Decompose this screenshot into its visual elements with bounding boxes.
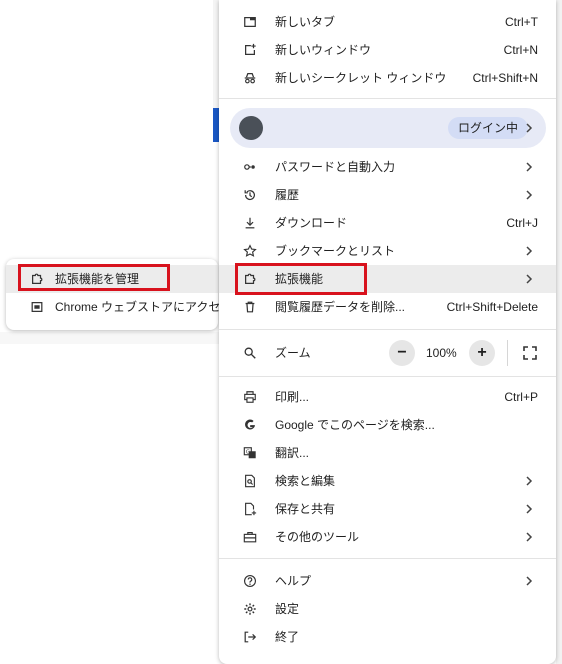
star-icon — [243, 244, 257, 258]
zoom-label: ズーム — [275, 346, 311, 360]
new-tab-icon — [243, 15, 257, 29]
more-tools-item[interactable]: その他のツール — [219, 523, 556, 551]
print-item[interactable]: 印刷... Ctrl+P — [219, 383, 556, 411]
toolbox-icon — [243, 530, 257, 544]
menu-separator — [219, 329, 556, 330]
chevron-right-icon — [524, 189, 534, 201]
zoom-icon — [243, 346, 257, 360]
webstore-icon — [30, 300, 44, 314]
key-icon — [243, 160, 257, 174]
page-edge — [556, 0, 562, 664]
menu-separator — [219, 376, 556, 377]
settings-item[interactable]: 設定 — [219, 595, 556, 623]
incognito-item[interactable]: 新しいシークレット ウィンドウ Ctrl+Shift+N — [219, 64, 556, 92]
passwords-item[interactable]: パスワードと自動入力 — [219, 153, 556, 181]
help-icon — [243, 574, 257, 588]
downloads-label: ダウンロード — [275, 216, 348, 230]
new-window-label: 新しいウィンドウ — [275, 43, 372, 57]
incognito-label: 新しいシークレット ウィンドウ — [275, 71, 447, 85]
print-icon — [243, 390, 257, 404]
zoom-in-button[interactable]: + — [469, 340, 495, 366]
chevron-right-icon — [524, 273, 534, 285]
exit-icon — [243, 630, 257, 644]
print-label: 印刷... — [275, 390, 310, 404]
login-status-chip: ログイン中 — [448, 117, 529, 139]
print-shortcut: Ctrl+P — [504, 390, 538, 404]
page-edge — [0, 332, 219, 344]
downloads-item[interactable]: ダウンロード Ctrl+J — [219, 209, 556, 237]
google-search-item[interactable]: Google でこのページを検索... — [219, 411, 556, 439]
menu-separator — [219, 98, 556, 99]
clear-data-item[interactable]: 閲覧履歴データを削除... Ctrl+Shift+Delete — [219, 293, 556, 321]
svg-text:G: G — [246, 449, 250, 455]
history-label: 履歴 — [275, 188, 300, 202]
chevron-right-icon — [524, 503, 534, 515]
help-label: ヘルプ — [275, 574, 312, 588]
passwords-label: パスワードと自動入力 — [275, 160, 396, 174]
zoom-divider — [507, 340, 508, 366]
new-tab-label: 新しいタブ — [275, 15, 336, 29]
google-icon — [243, 418, 257, 432]
download-icon — [243, 216, 257, 230]
menu-separator — [219, 558, 556, 559]
fullscreen-icon[interactable] — [521, 344, 539, 362]
gear-icon — [243, 602, 257, 616]
trash-icon — [243, 300, 257, 314]
chevron-right-icon — [524, 575, 534, 587]
help-item[interactable]: ヘルプ — [219, 567, 556, 595]
new-tab-shortcut: Ctrl+T — [505, 15, 538, 29]
find-icon — [243, 474, 257, 488]
chevron-right-icon — [524, 475, 534, 487]
zoom-level: 100% — [426, 346, 457, 360]
chrome-main-menu: 新しいタブ Ctrl+T 新しいウィンドウ Ctrl+N 新しいシークレット ウ… — [219, 0, 556, 664]
clear-data-label: 閲覧履歴データを削除... — [275, 300, 406, 314]
chevron-right-icon — [524, 122, 534, 134]
new-tab-item[interactable]: 新しいタブ Ctrl+T — [219, 8, 556, 36]
highlight-box-extensions — [235, 263, 367, 295]
downloads-shortcut: Ctrl+J — [506, 216, 538, 230]
exit-label: 終了 — [275, 630, 300, 644]
webstore-label: Chrome ウェブストアにアクセス — [55, 300, 233, 314]
more-tools-label: その他のツール — [275, 530, 360, 544]
new-window-item[interactable]: 新しいウィンドウ Ctrl+N — [219, 36, 556, 64]
clear-data-shortcut: Ctrl+Shift+Delete — [446, 300, 538, 314]
translate-label: 翻訳... — [275, 446, 310, 460]
save-share-label: 保存と共有 — [275, 502, 336, 516]
chevron-right-icon — [524, 245, 534, 257]
translate-item[interactable]: G 翻訳... — [219, 439, 556, 467]
bookmarks-label: ブックマークとリスト — [275, 244, 396, 258]
chevron-right-icon — [524, 531, 534, 543]
find-edit-label: 検索と編集 — [275, 474, 336, 488]
translate-icon: G — [243, 446, 257, 460]
settings-label: 設定 — [275, 602, 300, 616]
zoom-row: ズーム − 100% + — [219, 338, 556, 368]
exit-item[interactable]: 終了 — [219, 623, 556, 651]
highlight-box-submenu — [18, 264, 170, 291]
save-share-icon — [243, 502, 257, 516]
zoom-out-button[interactable]: − — [389, 340, 415, 366]
save-share-item[interactable]: 保存と共有 — [219, 495, 556, 523]
avatar — [239, 116, 263, 140]
incognito-shortcut: Ctrl+Shift+N — [472, 71, 538, 85]
chevron-right-icon — [524, 161, 534, 173]
bookmarks-item[interactable]: ブックマークとリスト — [219, 237, 556, 265]
find-edit-item[interactable]: 検索と編集 — [219, 467, 556, 495]
history-icon — [243, 188, 257, 202]
new-window-shortcut: Ctrl+N — [503, 43, 538, 57]
incognito-icon — [243, 71, 257, 85]
google-search-label: Google でこのページを検索... — [275, 418, 435, 432]
webstore-item[interactable]: Chrome ウェブストアにアクセス — [6, 293, 232, 321]
new-window-icon — [243, 43, 257, 57]
profile-row[interactable]: ログイン中 — [230, 108, 546, 148]
history-item[interactable]: 履歴 — [219, 181, 556, 209]
